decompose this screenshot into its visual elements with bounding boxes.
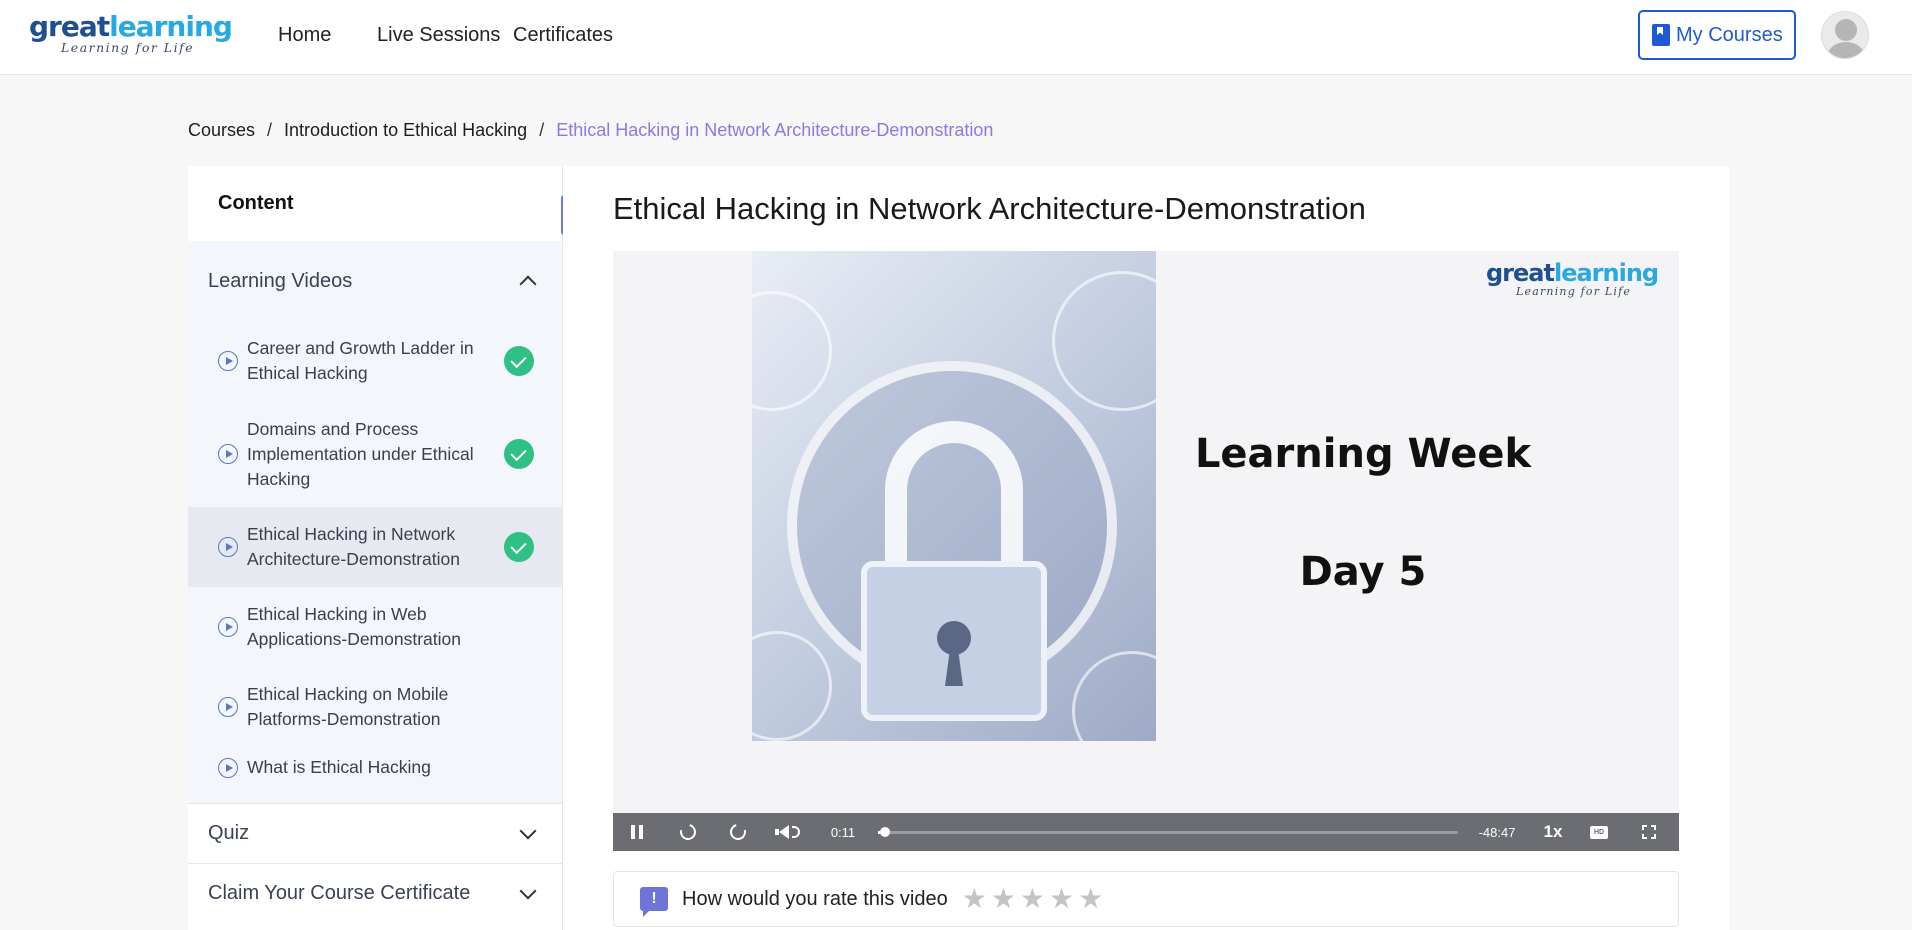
sidebar-item-label: Domains and Process Implementation under… bbox=[247, 418, 474, 489]
breadcrumb-separator: / bbox=[267, 120, 273, 140]
star-icon-3[interactable]: ★ bbox=[1020, 885, 1045, 913]
sidebar-title: Content bbox=[188, 166, 562, 241]
logo-text-learning: learning bbox=[109, 10, 233, 43]
fullscreen-button[interactable] bbox=[1638, 813, 1660, 851]
my-courses-label: My Courses bbox=[1676, 23, 1783, 46]
fullscreen-icon bbox=[1642, 825, 1656, 839]
play-circle-icon bbox=[218, 697, 238, 717]
forward-button[interactable] bbox=[726, 813, 750, 851]
progress-handle[interactable] bbox=[880, 827, 891, 837]
hd-icon: HD bbox=[1590, 825, 1608, 839]
avatar-head-shape bbox=[1835, 19, 1857, 41]
volume-button[interactable] bbox=[774, 813, 802, 851]
completed-check-icon bbox=[504, 346, 534, 376]
play-circle-icon bbox=[218, 444, 238, 464]
sidebar-item-network-architecture[interactable]: Ethical Hacking in Network Architecture-… bbox=[188, 507, 562, 587]
section-learning-videos: Learning Videos Career and Growth Ladder… bbox=[188, 241, 562, 803]
play-circle-icon bbox=[218, 351, 238, 371]
greatlearning-logo[interactable]: greatlearning Learning for Life bbox=[29, 10, 233, 56]
section-quiz-label: Quiz bbox=[208, 822, 250, 844]
play-circle-icon bbox=[218, 617, 238, 637]
feedback-icon: ! bbox=[640, 887, 668, 917]
current-time: 0:11 bbox=[830, 824, 856, 840]
chevron-up-icon bbox=[519, 275, 537, 293]
star-icon-1[interactable]: ★ bbox=[962, 885, 987, 913]
chevron-down-icon bbox=[519, 882, 537, 899]
avatar-body-shape bbox=[1827, 42, 1865, 58]
play-circle-icon bbox=[218, 758, 238, 778]
rating-prompt: How would you rate this video bbox=[682, 887, 948, 910]
rewind-button[interactable] bbox=[676, 813, 700, 851]
star-icon-2[interactable]: ★ bbox=[991, 885, 1016, 913]
play-circle-icon bbox=[218, 537, 238, 557]
breadcrumb-current: Ethical Hacking in Network Architecture-… bbox=[556, 120, 994, 140]
hd-quality-button[interactable]: HD bbox=[1588, 813, 1610, 851]
sidebar-item-label: Ethical Hacking on Mobile Platforms-Demo… bbox=[247, 684, 449, 729]
chevron-down-icon bbox=[519, 822, 537, 839]
book-icon bbox=[1652, 24, 1670, 46]
completed-check-icon bbox=[504, 532, 534, 562]
sidebar-item-what-is-ethical-hacking[interactable]: What is Ethical Hacking bbox=[188, 747, 562, 803]
forward-icon bbox=[727, 821, 749, 843]
remaining-time: -48:47 bbox=[1478, 824, 1516, 840]
sidebar-item-label: Ethical Hacking in Web Applications-Demo… bbox=[247, 604, 461, 649]
slide-subheading: Day 5 bbox=[1299, 549, 1427, 595]
watermark-text-learning: learning bbox=[1553, 259, 1659, 287]
avatar[interactable] bbox=[1821, 11, 1869, 59]
breadcrumb: Courses / Introduction to Ethical Hackin… bbox=[188, 120, 993, 141]
watermark-text-great: great bbox=[1486, 259, 1555, 287]
nav-live-sessions[interactable]: Live Sessions bbox=[377, 24, 500, 47]
section-certificate-header[interactable]: Claim Your Course Certificate bbox=[188, 863, 562, 923]
padlock-illustration bbox=[752, 251, 1156, 741]
sidebar-item-label: Ethical Hacking in Network Architecture-… bbox=[247, 524, 460, 569]
rating-panel: ! How would you rate this video ★ ★ ★ ★ … bbox=[613, 871, 1679, 927]
sidebar-item-mobile-platforms[interactable]: Ethical Hacking on Mobile Platforms-Demo… bbox=[188, 667, 562, 747]
content-sidebar: Content Learning Videos Career and Growt… bbox=[188, 166, 563, 930]
sidebar-item-career-growth[interactable]: Career and Growth Ladder in Ethical Hack… bbox=[188, 321, 562, 401]
breadcrumb-course[interactable]: Introduction to Ethical Hacking bbox=[284, 120, 527, 141]
nav-home[interactable]: Home bbox=[278, 24, 331, 47]
top-header: greatlearning Learning for Life Home Liv… bbox=[0, 0, 1912, 75]
breadcrumb-courses[interactable]: Courses bbox=[188, 120, 255, 141]
sidebar-item-label: What is Ethical Hacking bbox=[247, 757, 431, 777]
video-controls: 0:11 -48:47 1x HD bbox=[613, 813, 1679, 851]
rewind-icon bbox=[677, 821, 699, 843]
playback-speed-button[interactable]: 1x bbox=[1538, 813, 1568, 851]
section-learning-videos-label: Learning Videos bbox=[208, 269, 353, 292]
section-quiz-header[interactable]: Quiz bbox=[188, 803, 562, 863]
logo-text-great: great bbox=[29, 10, 110, 43]
star-icon-4[interactable]: ★ bbox=[1049, 885, 1074, 913]
sidebar-item-web-applications[interactable]: Ethical Hacking in Web Applications-Demo… bbox=[188, 587, 562, 667]
video-watermark-logo: greatlearning Learning for Life bbox=[1486, 259, 1659, 298]
section-learning-videos-header[interactable]: Learning Videos bbox=[188, 241, 562, 321]
breadcrumb-separator: / bbox=[539, 120, 545, 140]
pause-button[interactable] bbox=[627, 813, 647, 851]
video-player[interactable]: greatlearning Learning for Life Learning… bbox=[613, 251, 1679, 851]
my-courses-button[interactable]: My Courses bbox=[1638, 10, 1796, 60]
section-certificate-label: Claim Your Course Certificate bbox=[208, 882, 471, 904]
speaker-icon bbox=[774, 825, 789, 839]
slide-heading: Learning Week bbox=[1194, 431, 1532, 477]
progress-bar[interactable] bbox=[878, 827, 1458, 837]
page-title: Ethical Hacking in Network Architecture-… bbox=[613, 191, 1366, 226]
main-content: Ethical Hacking in Network Architecture-… bbox=[563, 166, 1729, 930]
sidebar-item-label: Career and Growth Ladder in Ethical Hack… bbox=[247, 338, 474, 383]
sidebar-item-domains-process[interactable]: Domains and Process Implementation under… bbox=[188, 401, 562, 507]
nav-certificates[interactable]: Certificates bbox=[513, 24, 613, 47]
completed-check-icon bbox=[504, 439, 534, 469]
star-icon-5[interactable]: ★ bbox=[1078, 885, 1103, 913]
